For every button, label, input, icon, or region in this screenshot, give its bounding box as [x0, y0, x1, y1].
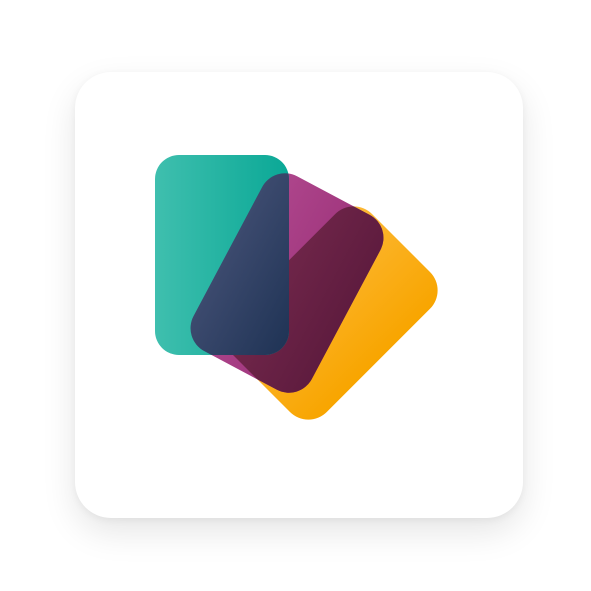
canvas — [0, 0, 591, 591]
stacked-cards-logo-icon — [155, 155, 438, 420]
